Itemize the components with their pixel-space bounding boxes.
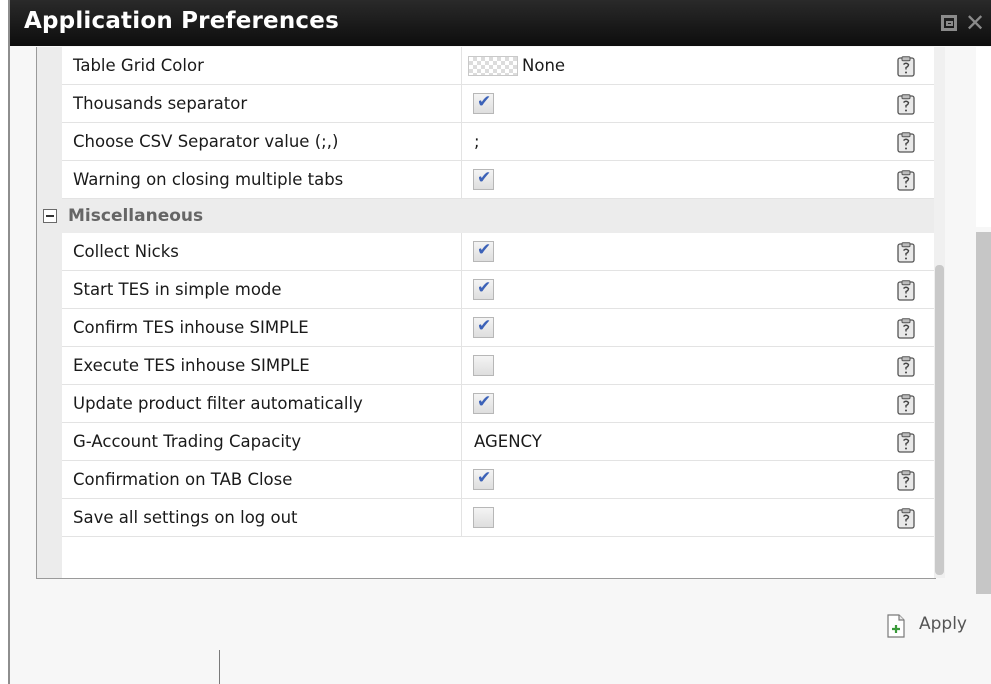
grid-row[interactable]: Save all settings on log out (37, 499, 935, 537)
property-name: Start TES in simple mode (73, 280, 282, 299)
property-name: Save all settings on log out (73, 508, 298, 527)
column-divider (461, 423, 462, 461)
clipboard-icon[interactable] (897, 242, 915, 263)
column-divider (461, 161, 462, 199)
property-name: Confirm TES inhouse SIMPLE (73, 318, 309, 337)
property-checkbox[interactable] (473, 468, 494, 490)
grid-row[interactable]: Start TES in simple mode (37, 271, 935, 309)
clipboard-icon[interactable] (897, 356, 915, 377)
category-miscellaneous[interactable]: Miscellaneous (37, 199, 935, 233)
grid-row[interactable]: Confirmation on TAB Close (37, 461, 935, 499)
category-label: Miscellaneous (68, 206, 204, 226)
clipboard-icon[interactable] (897, 318, 915, 339)
clipboard-icon[interactable] (897, 470, 915, 491)
grid-row[interactable]: Collect Nicks (37, 233, 935, 271)
grid-row[interactable]: Thousands separator (37, 85, 935, 123)
column-divider (461, 461, 462, 499)
property-value[interactable]: ; (474, 123, 480, 161)
property-checkbox[interactable] (473, 278, 494, 300)
column-divider (461, 123, 462, 161)
clipboard-icon[interactable] (897, 94, 915, 115)
column-divider (461, 233, 462, 271)
clipboard-icon[interactable] (897, 56, 915, 77)
close-icon[interactable]: ✕ (964, 11, 986, 35)
text-cursor (219, 650, 220, 684)
clipboard-icon[interactable] (897, 432, 915, 453)
outer-scroll-track[interactable] (976, 47, 991, 227)
row-divider (62, 536, 935, 537)
property-name: G-Account Trading Capacity (73, 432, 302, 451)
property-name: Execute TES inhouse SIMPLE (73, 356, 310, 375)
apply-label: Apply (919, 614, 967, 634)
property-name: Collect Nicks (73, 242, 179, 261)
grid-row[interactable]: Confirm TES inhouse SIMPLE (37, 309, 935, 347)
color-value: None (522, 56, 566, 75)
color-swatch[interactable] (468, 56, 518, 76)
column-divider (461, 385, 462, 423)
property-name: Update product filter automatically (73, 394, 363, 413)
grid-row[interactable]: Execute TES inhouse SIMPLE (37, 347, 935, 385)
outer-scrollbar-thumb[interactable] (976, 232, 991, 594)
clipboard-icon[interactable] (897, 132, 915, 153)
property-checkbox[interactable] (473, 316, 494, 338)
column-divider (461, 85, 462, 123)
property-name: Choose CSV Separator value (;,) (73, 132, 339, 151)
grid-row[interactable]: Update product filter automatically (37, 385, 935, 423)
property-name: Warning on closing multiple tabs (73, 170, 344, 189)
title-bar: Application Preferences ✕ (10, 0, 991, 46)
column-divider (461, 499, 462, 537)
column-divider (461, 271, 462, 309)
property-grid: Table Grid Color None Thousands separator C… (36, 47, 936, 579)
preferences-window: Application Preferences ✕ Table Grid Col… (8, 0, 991, 684)
clipboard-icon[interactable] (897, 170, 915, 191)
clipboard-icon[interactable] (897, 508, 915, 529)
property-checkbox[interactable] (473, 392, 494, 414)
property-checkbox[interactable] (473, 507, 494, 528)
property-checkbox[interactable] (473, 168, 494, 190)
column-divider (461, 309, 462, 347)
grid-row[interactable]: G-Account Trading Capacity AGENCY (37, 423, 935, 461)
property-value[interactable]: AGENCY (474, 423, 542, 461)
grid-row[interactable]: Table Grid Color None (37, 47, 935, 85)
collapse-icon[interactable] (43, 209, 57, 223)
window-title: Application Preferences (24, 8, 339, 34)
property-checkbox[interactable] (473, 92, 494, 114)
apply-document-icon (887, 614, 905, 638)
property-checkbox[interactable] (473, 355, 494, 376)
grid-row[interactable]: Warning on closing multiple tabs (37, 161, 935, 199)
property-checkbox[interactable] (473, 240, 494, 262)
column-divider (461, 347, 462, 385)
clipboard-icon[interactable] (897, 394, 915, 415)
property-name: Confirmation on TAB Close (73, 470, 293, 489)
grid-scrollbar-thumb[interactable] (935, 265, 944, 575)
restore-icon[interactable] (938, 12, 960, 34)
property-name: Table Grid Color (73, 56, 204, 75)
property-name: Thousands separator (73, 94, 248, 113)
clipboard-icon[interactable] (897, 280, 915, 301)
grid-row[interactable]: Choose CSV Separator value (;,); (37, 123, 935, 161)
column-divider (461, 47, 462, 85)
